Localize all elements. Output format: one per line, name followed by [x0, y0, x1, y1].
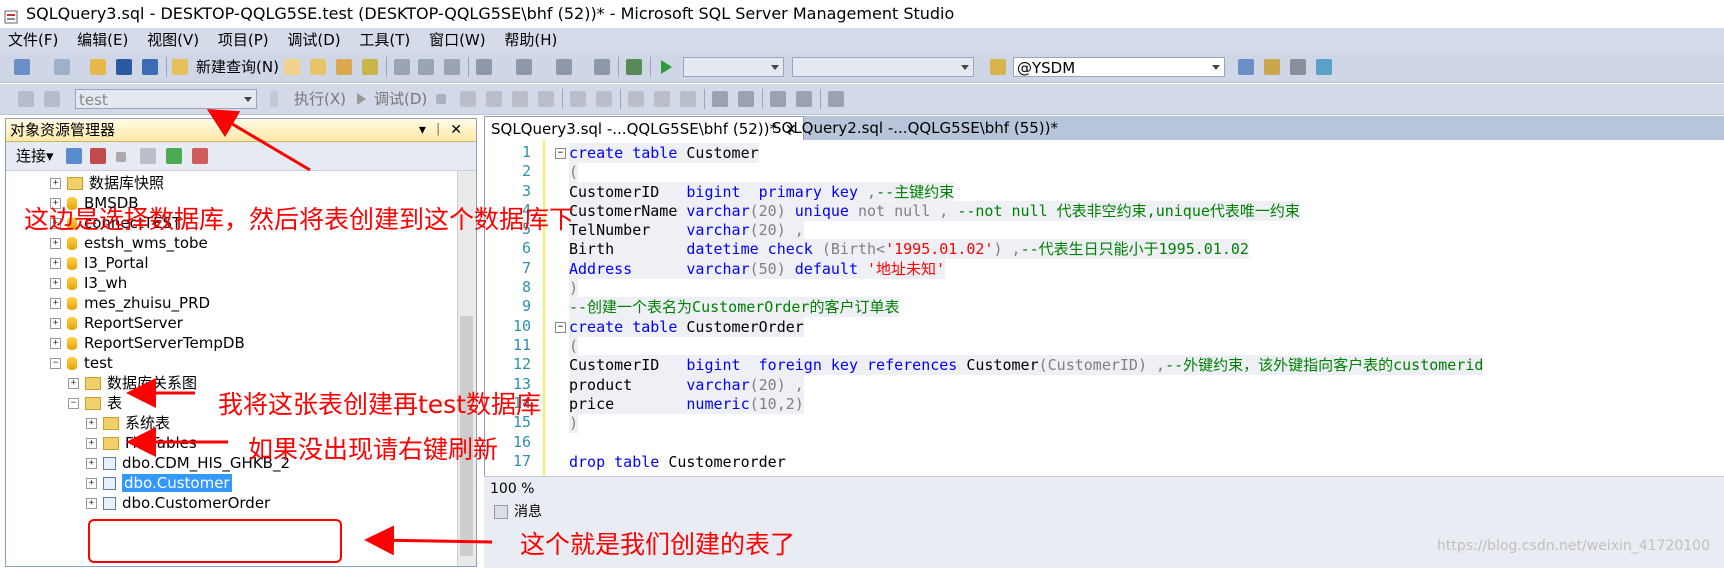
annotation-created-tables: 这个就是我们创建的表了 [520, 530, 796, 559]
highlight-box-created-tables [88, 519, 342, 563]
arrow-database-combo [206, 108, 311, 172]
annotation-arrows [126, 108, 493, 556]
annotation-refresh-hint: 如果没出现请右键刷新 [248, 435, 499, 464]
annotation-select-database: 这边是选择数据库，然后将表创建到这个数据库下 [24, 205, 575, 234]
annotation-test-database: 我将这张表创建再test数据库 [218, 390, 542, 419]
arrow-created-tables [364, 525, 493, 556]
watermark: https://blog.csdn.net/weixin_41720100 [1436, 538, 1710, 554]
